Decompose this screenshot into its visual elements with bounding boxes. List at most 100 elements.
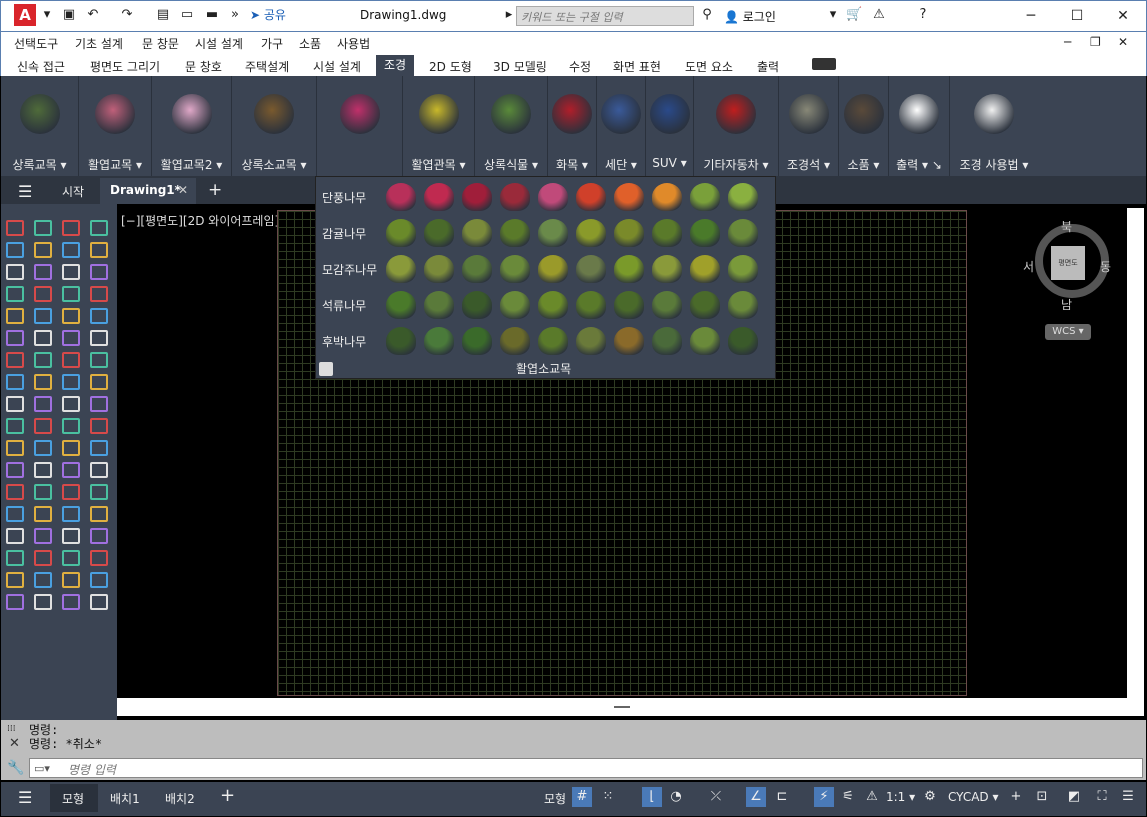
tree-thumbnail[interactable] xyxy=(614,291,644,319)
tree-thumbnail[interactable] xyxy=(576,219,606,247)
tree-thumbnail[interactable] xyxy=(424,183,454,211)
compass-north[interactable]: 북 xyxy=(1061,218,1072,235)
tree-thumbnail[interactable] xyxy=(690,255,720,283)
tool-button[interactable] xyxy=(34,594,52,610)
tool-button[interactable] xyxy=(90,440,108,456)
viewcube[interactable]: 평면도 xyxy=(1051,246,1085,280)
ribbon-tab[interactable]: 3D 모델링 xyxy=(493,58,547,75)
tool-button[interactable] xyxy=(34,352,52,368)
wrench-icon[interactable]: 🔧 xyxy=(7,760,24,776)
tree-thumbnail[interactable] xyxy=(386,219,416,247)
tree-thumbnail[interactable] xyxy=(500,219,530,247)
tree-thumbnail[interactable] xyxy=(576,291,606,319)
splitter-handle[interactable] xyxy=(614,706,630,708)
tool-button[interactable] xyxy=(62,506,80,522)
tree-thumbnail[interactable] xyxy=(462,291,492,319)
tool-button[interactable] xyxy=(90,550,108,566)
close-button[interactable]: ✕ xyxy=(1108,5,1138,27)
tool-button[interactable] xyxy=(34,220,52,236)
ribbon-tab[interactable]: 수정 xyxy=(569,58,591,75)
tool-button[interactable] xyxy=(34,528,52,544)
command-prompt-icon[interactable]: ▭▾ xyxy=(34,762,50,775)
dropdown-icon[interactable]: ▾ xyxy=(826,8,840,22)
tool-button[interactable] xyxy=(6,418,24,434)
scale-dropdown[interactable]: 1:1 ▾ xyxy=(886,790,915,804)
tool-button[interactable] xyxy=(34,286,52,302)
tool-button[interactable] xyxy=(34,242,52,258)
tree-thumbnail[interactable] xyxy=(614,327,644,355)
tool-button[interactable] xyxy=(6,308,24,324)
redo-icon[interactable]: ↷ xyxy=(120,8,134,22)
ribbon-button-output[interactable]: 출력 ▾ ↘ xyxy=(889,76,950,176)
maximize-button[interactable]: ☐ xyxy=(1062,5,1092,27)
tree-thumbnail[interactable] xyxy=(462,183,492,211)
tree-thumbnail[interactable] xyxy=(690,291,720,319)
tool-button[interactable] xyxy=(34,308,52,324)
doc-close-button[interactable]: ✕ xyxy=(1118,35,1128,49)
tool-button[interactable] xyxy=(6,352,24,368)
more-icon[interactable]: » xyxy=(228,8,242,22)
tree-thumbnail[interactable] xyxy=(728,183,758,211)
tool-button[interactable] xyxy=(34,572,52,588)
ribbon-button-evergreen-plant[interactable]: 상록식물 ▾ xyxy=(475,76,548,176)
tool-button[interactable] xyxy=(90,418,108,434)
menu-icon[interactable]: ☰ xyxy=(18,182,32,201)
tool-button[interactable] xyxy=(62,484,80,500)
tool-button[interactable] xyxy=(6,550,24,566)
ribbon-tab-active[interactable]: 조경 xyxy=(376,55,414,76)
tree-thumbnail[interactable] xyxy=(500,291,530,319)
ortho-icon[interactable]: ⌊ xyxy=(642,787,662,807)
menu-item[interactable]: 시설 설계 xyxy=(195,35,243,52)
menu-item[interactable]: 소품 xyxy=(299,35,321,52)
undo-icon[interactable]: ↶ xyxy=(86,8,100,22)
tool-button[interactable] xyxy=(62,242,80,258)
ribbon-tab[interactable]: 신속 접근 xyxy=(17,58,65,75)
tree-thumbnail[interactable] xyxy=(614,255,644,283)
annotation-scale-icon[interactable]: ⚠ xyxy=(862,787,882,807)
panel-toggle-icon[interactable] xyxy=(812,58,836,70)
tree-thumbnail[interactable] xyxy=(538,255,568,283)
tool-button[interactable] xyxy=(90,286,108,302)
tool-button[interactable] xyxy=(6,220,24,236)
tool-button[interactable] xyxy=(90,308,108,324)
tool-button[interactable] xyxy=(62,550,80,566)
ribbon-button-props[interactable]: 소품 ▾ xyxy=(839,76,889,176)
annotation-visibility-icon[interactable]: ⚟ xyxy=(838,787,858,807)
tree-thumbnail[interactable] xyxy=(728,219,758,247)
ribbon-button-usage[interactable]: 조경 사용법 ▾ xyxy=(950,76,1038,176)
model-space-button[interactable]: 모형 xyxy=(544,790,566,807)
tree-thumbnail[interactable] xyxy=(652,219,682,247)
tool-button[interactable] xyxy=(6,286,24,302)
tool-button[interactable] xyxy=(90,330,108,346)
tool-button[interactable] xyxy=(62,308,80,324)
tree-thumbnail[interactable] xyxy=(538,291,568,319)
tool-button[interactable] xyxy=(34,374,52,390)
tool-button[interactable] xyxy=(62,396,80,412)
tool-button[interactable] xyxy=(90,528,108,544)
tree-thumbnail[interactable] xyxy=(652,291,682,319)
add-layout-icon[interactable]: + xyxy=(220,785,235,806)
tool-button[interactable] xyxy=(62,220,80,236)
tool-button[interactable] xyxy=(62,418,80,434)
tool-button[interactable] xyxy=(90,264,108,280)
tool-button[interactable] xyxy=(6,506,24,522)
ribbon-button-evergreen-tree[interactable]: 상록교목 ▾ xyxy=(1,76,79,176)
ribbon-tab[interactable]: 출력 xyxy=(757,58,779,75)
tree-thumbnail[interactable] xyxy=(424,291,454,319)
tree-thumbnail[interactable] xyxy=(500,327,530,355)
help-icon[interactable]: ? xyxy=(916,8,930,22)
tree-thumbnail[interactable] xyxy=(424,219,454,247)
tool-button[interactable] xyxy=(90,594,108,610)
share-button[interactable]: ➤ 공유 xyxy=(250,6,286,23)
ribbon-button-evergreen-small-tree[interactable]: 상록소교목 ▾ xyxy=(232,76,317,176)
tree-thumbnail[interactable] xyxy=(500,183,530,211)
tool-button[interactable] xyxy=(62,264,80,280)
autodesk-icon[interactable]: ⚠ xyxy=(872,8,886,22)
doc-minimize-button[interactable]: ─ xyxy=(1064,35,1071,49)
isolate-icon[interactable]: ⊡ xyxy=(1032,787,1052,807)
tool-button[interactable] xyxy=(6,374,24,390)
ribbon-tab[interactable]: 화면 표현 xyxy=(613,58,661,75)
ribbon-button-deciduous-tree[interactable]: 활엽교목 ▾ xyxy=(79,76,152,176)
tree-thumbnail[interactable] xyxy=(538,183,568,211)
gallery-icon[interactable] xyxy=(319,362,333,376)
